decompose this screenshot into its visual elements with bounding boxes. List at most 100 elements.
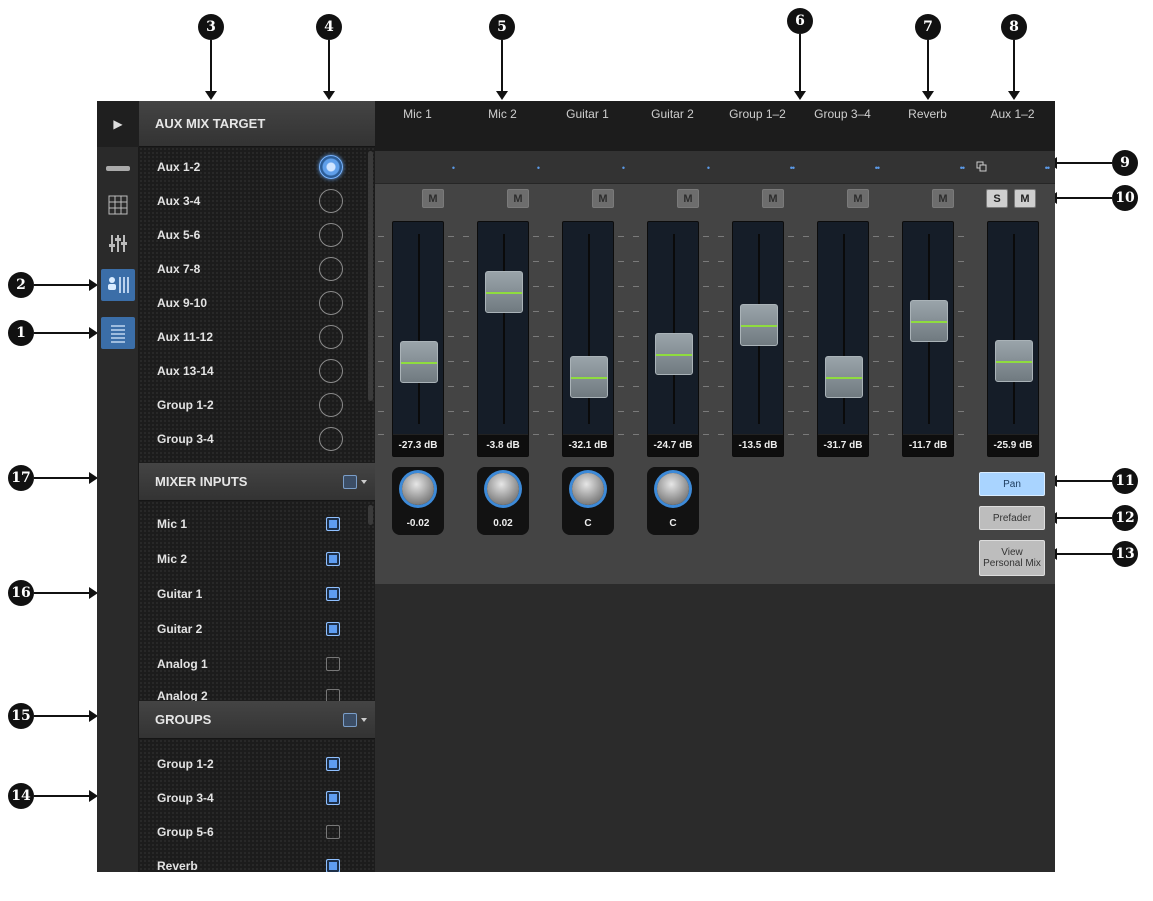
radio[interactable] [319, 325, 343, 349]
link-icon[interactable]: • [537, 163, 540, 173]
aux-target-item[interactable]: Aux 3-4 [139, 184, 359, 218]
fader-track[interactable]: -3.8 dB [477, 221, 529, 457]
knob-dial[interactable] [402, 473, 434, 505]
aux-target-item[interactable]: Aux 11-12 [139, 320, 359, 354]
scrollbar[interactable] [368, 151, 373, 401]
mute-button[interactable]: M [847, 189, 869, 208]
expand-arrow-icon[interactable]: ▶ [97, 101, 139, 147]
grid-icon[interactable] [101, 189, 135, 221]
copy-icon[interactable] [976, 161, 988, 173]
mixer-inputs-toggle[interactable] [343, 475, 357, 489]
mute-button[interactable]: M [507, 189, 529, 208]
fader-track[interactable]: -11.7 dB [902, 221, 954, 457]
fader-handle[interactable] [485, 270, 523, 313]
link-icon[interactable]: •• [1045, 163, 1050, 173]
fader-handle[interactable] [995, 339, 1033, 382]
fader-handle[interactable] [570, 355, 608, 398]
mixer-input-item[interactable]: Guitar 2 [139, 612, 359, 646]
fader-track[interactable]: -13.5 dB [732, 221, 784, 457]
checkbox-checked[interactable] [326, 791, 340, 805]
group-item[interactable]: Group 3-4 [139, 781, 359, 815]
aux-target-item[interactable]: Group 3-4 [139, 422, 359, 456]
checkbox[interactable] [326, 825, 340, 839]
pan-knob[interactable]: 0.02 [477, 467, 529, 535]
radio[interactable] [319, 393, 343, 417]
mute-button[interactable]: M [932, 189, 954, 208]
fader-track[interactable]: -31.7 dB [817, 221, 869, 457]
link-icon[interactable]: •• [960, 163, 965, 173]
checkbox-checked[interactable] [326, 622, 340, 636]
fader-track[interactable]: -24.7 dB [647, 221, 699, 457]
mute-button[interactable]: M [677, 189, 699, 208]
groups-toggle[interactable] [343, 713, 357, 727]
link-icon[interactable]: • [452, 163, 455, 173]
radio[interactable] [319, 427, 343, 451]
pan-knob[interactable]: C [647, 467, 699, 535]
mute-button[interactable]: M [1014, 189, 1036, 208]
chevron-down-icon[interactable] [361, 718, 367, 722]
fader-track[interactable]: -25.9 dB [987, 221, 1039, 457]
solo-button[interactable]: S [986, 189, 1008, 208]
knob-dial[interactable] [657, 473, 689, 505]
link-icon[interactable]: • [622, 163, 625, 173]
scale-tick [788, 286, 794, 287]
aux-mix-icon[interactable] [101, 269, 135, 301]
pan-knob[interactable]: -0.02 [392, 467, 444, 535]
mixer-input-item[interactable]: Analog 2 [139, 679, 359, 701]
aux-target-item[interactable]: Aux 1-2 [139, 150, 359, 184]
mixer-input-item[interactable]: Guitar 1 [139, 577, 359, 611]
scrollbar[interactable] [368, 505, 373, 525]
mute-button[interactable]: M [422, 189, 444, 208]
knob-dial[interactable] [572, 473, 604, 505]
pan-knob[interactable]: C [562, 467, 614, 535]
radio-selected[interactable] [319, 155, 343, 179]
fader-handle[interactable] [910, 299, 948, 342]
aux-target-item[interactable]: Group 1-2 [139, 388, 359, 422]
radio[interactable] [319, 189, 343, 213]
pan-button[interactable]: Pan [979, 472, 1045, 496]
radio[interactable] [319, 257, 343, 281]
checkbox[interactable] [326, 657, 340, 671]
list-icon[interactable] [101, 317, 135, 349]
strip-icon[interactable] [101, 153, 135, 185]
fader-track[interactable]: -32.1 dB [562, 221, 614, 457]
callout-1: 1 [8, 320, 34, 346]
aux-target-item[interactable]: Aux 7-8 [139, 252, 359, 286]
radio[interactable] [319, 359, 343, 383]
checkbox-checked[interactable] [326, 517, 340, 531]
checkbox-checked[interactable] [326, 587, 340, 601]
aux-target-item[interactable]: Aux 13-14 [139, 354, 359, 388]
group-item[interactable]: Reverb [139, 849, 359, 872]
radio[interactable] [319, 291, 343, 315]
faders-icon[interactable] [101, 227, 135, 259]
aux-target-item[interactable]: Aux 9-10 [139, 286, 359, 320]
group-item[interactable]: Group 1-2 [139, 747, 359, 781]
aux-target-item[interactable]: Aux 5-6 [139, 218, 359, 252]
fader-track[interactable]: -27.3 dB [392, 221, 444, 457]
group-item[interactable]: Group 5-6 [139, 815, 359, 849]
fader-handle[interactable] [825, 355, 863, 398]
mute-button[interactable]: M [592, 189, 614, 208]
mixer-input-item[interactable]: Mic 2 [139, 542, 359, 576]
fader-handle[interactable] [740, 304, 778, 347]
fader-handle[interactable] [655, 333, 693, 376]
mixer-input-item[interactable]: Mic 1 [139, 507, 359, 541]
link-icon[interactable]: • [707, 163, 710, 173]
prefader-button[interactable]: Prefader [979, 506, 1045, 530]
checkbox-checked[interactable] [326, 552, 340, 566]
radio[interactable] [319, 223, 343, 247]
mixer-input-item[interactable]: Analog 1 [139, 647, 359, 681]
link-icon[interactable]: •• [790, 163, 795, 173]
channel-name: Group 1–2 [715, 101, 800, 151]
link-bar: • [375, 151, 460, 184]
link-icon[interactable]: •• [875, 163, 880, 173]
checkbox-checked[interactable] [326, 757, 340, 771]
knob-dial[interactable] [487, 473, 519, 505]
checkbox-checked[interactable] [326, 859, 340, 872]
fader-handle[interactable] [400, 341, 438, 384]
chevron-down-icon[interactable] [361, 480, 367, 484]
view-button-line2: Personal Mix [983, 558, 1041, 569]
mute-button[interactable]: M [762, 189, 784, 208]
checkbox[interactable] [326, 689, 340, 701]
view-personal-mix-button[interactable]: View Personal Mix [979, 540, 1045, 576]
